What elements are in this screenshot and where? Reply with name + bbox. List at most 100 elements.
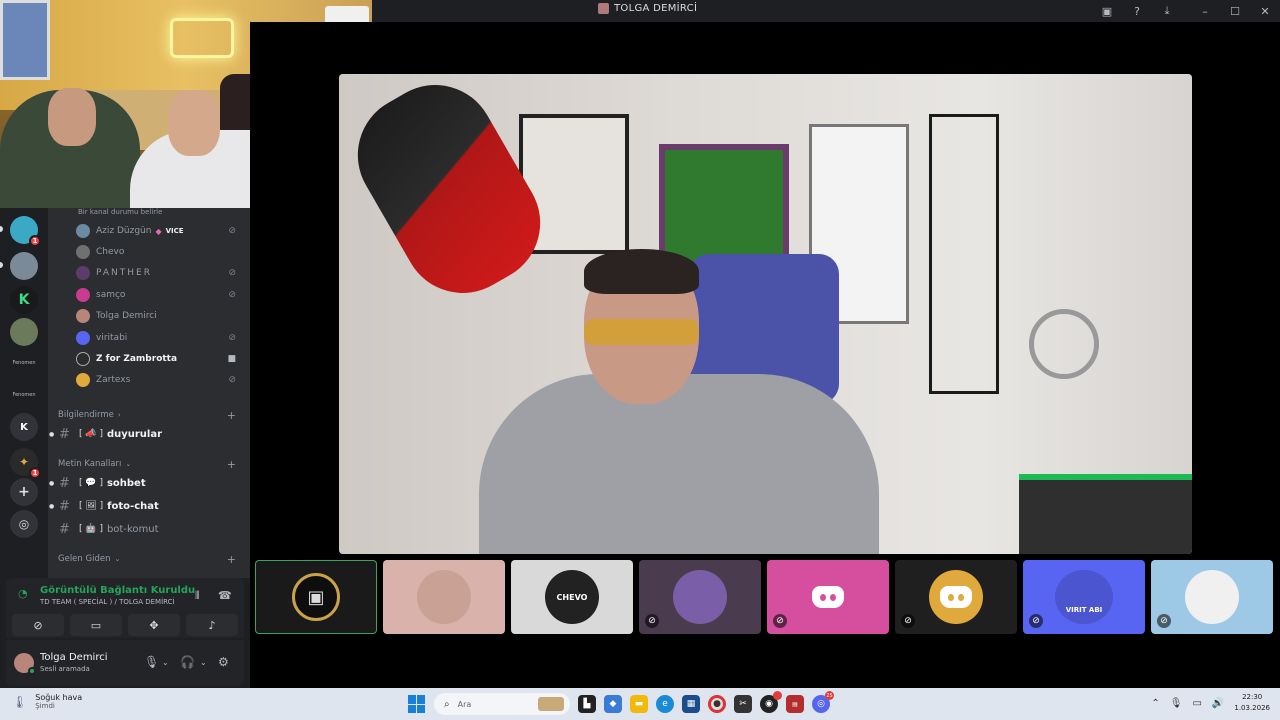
main-video[interactable] <box>339 74 1192 554</box>
microphone-icon[interactable]: 🎙 <box>144 655 159 669</box>
voice-status-title[interactable]: Görüntülü Bağlantı Kuruldu <box>40 585 195 596</box>
settings-gear-icon[interactable]: ⚙ <box>218 655 229 669</box>
voice-user[interactable]: Z for Zambrotta ■ <box>76 349 240 369</box>
clock-time: 22:30 <box>1242 693 1263 701</box>
explore-icon[interactable]: ◎ <box>10 510 38 538</box>
channel-sohbet[interactable]: ● # [ 💬 ] sohbet <box>48 473 244 493</box>
participant-tiles: ▣ CHEVO ⊘ ⊘ ⊘ VIRIT ABI ⊘ ⊘ <box>255 560 1273 634</box>
category-info[interactable]: Bilgilendirme › + <box>58 409 240 422</box>
server-icon[interactable] <box>10 252 38 280</box>
participant-tile[interactable]: ▣ <box>255 560 377 634</box>
server-icon[interactable]: 1 <box>10 216 41 247</box>
category-text[interactable]: Metin Kanalları ⌄ + <box>58 458 240 471</box>
app-icon[interactable]: ✂ <box>734 695 752 713</box>
participant-tile[interactable]: ⊘ <box>767 560 889 634</box>
participant-tile[interactable] <box>383 560 505 634</box>
voice-user[interactable]: viritabi ⊘ <box>76 328 240 348</box>
chevron-up-icon[interactable]: ⌃ <box>1151 698 1159 709</box>
deafened-icon: ⊘ <box>228 290 236 300</box>
taskbar-apps: ⌕ Ara ▙ ◆ ▬ e ▦ ● ✂ ◉ ▤ ◎ 25 <box>408 691 834 716</box>
participant-tile[interactable]: ⊘ <box>1151 560 1273 634</box>
voice-user[interactable]: Aziz Düzgün ◆ VICE ⊘ <box>76 221 240 241</box>
voice-channel-path[interactable]: TD TEAM ( SPECİAL ) / TOLGA DEMİRCİ <box>40 598 175 606</box>
server-icon[interactable] <box>10 318 38 346</box>
participant-tile[interactable]: ⊘ <box>639 560 761 634</box>
network-icon[interactable]: ▭ <box>1192 698 1201 709</box>
voice-user[interactable]: samço ⊘ <box>76 285 240 305</box>
maximize-icon[interactable]: ☐ <box>1220 5 1250 18</box>
close-icon[interactable]: ✕ <box>1250 5 1280 18</box>
server-icon[interactable]: ✦ 1 <box>10 448 41 479</box>
user-name[interactable]: Tolga Demirci <box>40 652 108 663</box>
widgets-icon[interactable]: ◆ <box>604 695 622 713</box>
deafened-icon: ⊘ <box>228 268 236 278</box>
participant-tile[interactable]: CHEVO <box>511 560 633 634</box>
taskbar-search[interactable]: ⌕ Ara <box>434 693 570 715</box>
activities-button[interactable]: ✥ <box>128 614 180 636</box>
voice-user[interactable]: Tolga Demirci <box>76 306 240 326</box>
avatar <box>76 288 90 302</box>
chevron-down-icon[interactable]: ⌄ <box>200 658 207 667</box>
discord-icon[interactable]: ◎ 25 <box>812 691 834 713</box>
screen-share-button[interactable]: ▭ <box>70 614 122 636</box>
edge-icon[interactable]: e <box>656 695 674 713</box>
avatar <box>76 331 90 345</box>
file-explorer-icon[interactable]: ▬ <box>630 695 648 713</box>
disconnect-icon[interactable]: ☎ <box>218 589 232 602</box>
avatar <box>417 570 471 624</box>
screen-share-icon[interactable]: ▣ <box>1092 5 1122 18</box>
channel-duyurular[interactable]: ● # [ 📣 ] duyurular <box>48 424 244 444</box>
signal-icon[interactable]: ◔ <box>18 587 28 600</box>
voice-user[interactable]: PANTHER ⊘ <box>76 263 240 283</box>
server-icon[interactable]: K <box>10 413 38 441</box>
avatar <box>1185 570 1239 624</box>
task-view-icon[interactable]: ▙ <box>578 695 596 713</box>
download-icon[interactable]: ⤓ <box>1152 4 1182 18</box>
channel-list: Bir kanal durumu belirle Aziz Düzgün ◆ V… <box>48 208 250 578</box>
avatar[interactable] <box>14 653 36 675</box>
participant-tile[interactable]: VIRIT ABI ⊘ <box>1023 560 1145 634</box>
chrome-icon[interactable]: ● <box>708 695 726 713</box>
windows-taskbar: 🌡 Soğuk hava Şimdi ⌕ Ara ▙ ◆ ▬ e ▦ ● ✂ ◉… <box>0 688 1280 720</box>
chevron-down-icon[interactable]: ⌄ <box>162 658 169 667</box>
headphones-icon[interactable]: 🎧 <box>180 655 195 669</box>
weather-widget[interactable]: 🌡 Soğuk hava Şimdi <box>12 693 82 710</box>
server-label[interactable]: Fenomen <box>6 360 42 366</box>
voice-user[interactable]: Chevo <box>76 242 240 262</box>
add-channel-icon[interactable]: + <box>227 553 236 566</box>
store-icon[interactable]: ▦ <box>682 695 700 713</box>
obs-icon[interactable]: ◉ <box>760 691 782 713</box>
unread-dot: ● <box>49 502 55 510</box>
discord-logo-icon <box>812 586 844 608</box>
text-channel-icon: # <box>59 498 70 514</box>
server-label[interactable]: Fenomen <box>6 392 42 398</box>
windows-start-icon[interactable] <box>408 695 426 713</box>
search-icon: ⌕ <box>444 698 450 710</box>
app-icon[interactable]: ▤ <box>786 695 804 713</box>
soundboard-button[interactable]: ♪ <box>186 614 238 636</box>
text-channel-icon: # <box>59 475 70 491</box>
add-channel-icon[interactable]: + <box>227 458 236 471</box>
channel-bot-komut[interactable]: # [ 🤖 ] bot-komut <box>48 519 244 539</box>
video-camera-icon: ■ <box>227 354 236 364</box>
noise-suppression-icon[interactable]: ⫴ <box>195 589 200 603</box>
voice-connection-panel: ◔ Görüntülü Bağlantı Kuruldu TD TEAM ( S… <box>6 578 244 638</box>
window-title-text: TOLGA DEMİRCİ <box>614 3 698 14</box>
add-server-icon[interactable]: + <box>10 478 38 506</box>
channel-status-hint[interactable]: Bir kanal durumu belirle <box>78 208 162 216</box>
add-channel-icon[interactable]: + <box>227 409 236 422</box>
channel-foto-chat[interactable]: ● # [ 🖼 ] foto-chat <box>48 496 244 516</box>
volume-icon[interactable]: 🔊 <box>1212 698 1224 709</box>
minimize-icon[interactable]: – <box>1190 5 1220 18</box>
clock[interactable]: 22:30 1.03.2026 <box>1234 692 1270 714</box>
chevron-right-icon: › <box>117 411 121 419</box>
category-incoming[interactable]: Gelen Giden ⌄ + <box>58 553 240 566</box>
help-icon[interactable]: ? <box>1122 5 1152 18</box>
server-icon[interactable]: K <box>10 286 38 314</box>
gem-icon: ◆ <box>155 226 162 236</box>
camera-off-button[interactable]: ⊘ <box>12 614 64 636</box>
microphone-icon[interactable]: 🎙 <box>1170 698 1183 709</box>
voice-user[interactable]: Zartexs ⊘ <box>76 370 240 390</box>
participant-tile[interactable]: ⊘ <box>895 560 1017 634</box>
chevron-down-icon: ⌄ <box>125 460 132 468</box>
